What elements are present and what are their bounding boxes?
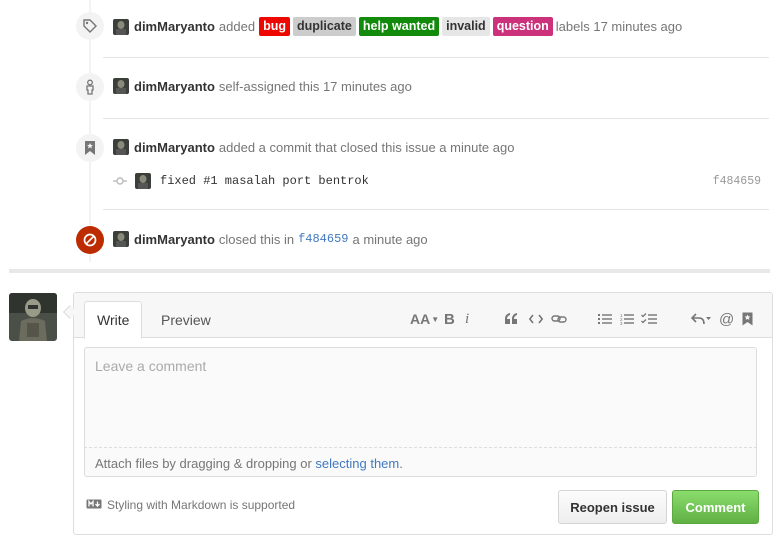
italic-icon[interactable]: i (465, 310, 469, 328)
commit-sha-link[interactable]: f484659 (298, 232, 348, 246)
commit-event: dimMaryanto added a commit that closed t… (113, 139, 518, 155)
ordered-list-icon[interactable]: 123 (620, 310, 634, 328)
svg-text:3: 3 (620, 321, 623, 325)
reopen-issue-button[interactable]: Reopen issue (558, 490, 667, 524)
code-icon[interactable] (529, 310, 543, 328)
mention-icon[interactable]: @ (719, 310, 734, 328)
saved-reply-icon[interactable] (742, 310, 753, 328)
avatar[interactable] (113, 231, 129, 247)
label-bug[interactable]: bug (259, 17, 290, 36)
tab-write[interactable]: Write (84, 301, 143, 339)
assign-event: dimMaryanto self-assigned this 17 minute… (113, 78, 416, 94)
event-time: labels 17 minutes ago (555, 19, 683, 34)
markdown-note[interactable]: Styling with Markdown is supported (86, 498, 295, 512)
tag-icon (76, 12, 104, 40)
comment-textarea[interactable] (84, 347, 757, 447)
commit-row: fixed #1 masalah port bentrok f484659 (113, 172, 761, 190)
event-text: self-assigned this 17 minutes ago (218, 78, 412, 94)
circle-slash-icon (76, 226, 104, 254)
avatar[interactable] (113, 139, 129, 155)
label-invalid[interactable]: invalid (442, 17, 490, 36)
divider (103, 209, 769, 210)
bold-icon[interactable]: B (444, 310, 455, 328)
author-link[interactable]: dimMaryanto (134, 79, 215, 94)
timeline-end-divider (9, 269, 770, 273)
event-action: added (218, 19, 256, 34)
link-icon[interactable] (551, 310, 567, 328)
avatar[interactable] (113, 78, 129, 94)
divider (103, 57, 769, 58)
label-duplicate[interactable]: duplicate (292, 17, 356, 36)
commit-sha[interactable]: f484659 (713, 175, 761, 188)
author-link[interactable]: dimMaryanto (134, 140, 215, 155)
comment-button[interactable]: Comment (672, 490, 759, 524)
closed-event: dimMaryanto closed this in f484659 a min… (113, 231, 428, 247)
person-icon (76, 73, 104, 101)
markdown-icon (86, 498, 107, 512)
divider (103, 118, 769, 119)
event-time: a minute ago (352, 231, 428, 247)
commit-message[interactable]: fixed #1 masalah port bentrok (160, 174, 369, 188)
task-list-icon[interactable] (641, 310, 657, 328)
avatar[interactable] (113, 18, 129, 35)
markdown-note-text: Styling with Markdown is supported (107, 498, 296, 512)
bookmark-icon (76, 134, 104, 162)
quote-icon[interactable] (504, 310, 518, 328)
reply-icon[interactable] (691, 310, 711, 328)
author-link[interactable]: dimMaryanto (134, 232, 215, 247)
unordered-list-icon[interactable] (598, 310, 612, 328)
attach-text: Attach files by dragging & dropping or (95, 456, 316, 471)
avatar[interactable] (135, 173, 151, 189)
tab-preview[interactable]: Preview (149, 301, 223, 339)
git-commit-icon (113, 174, 127, 189)
comment-form: Write Preview AA ▼ B i 123 @ Leave a com… (73, 292, 773, 535)
author-link[interactable]: dimMaryanto (134, 19, 215, 34)
attach-end: . (399, 456, 403, 471)
label-question[interactable]: question (492, 17, 553, 36)
comment-form-header: Write Preview AA ▼ B i 123 @ (74, 293, 772, 339)
avatar[interactable] (9, 293, 57, 341)
label-help-wanted[interactable]: help wanted (358, 17, 440, 36)
text-size-icon[interactable]: AA ▼ (410, 310, 439, 328)
event-text: added a commit that closed this issue a … (218, 139, 515, 155)
file-attach-area[interactable]: Attach files by dragging & dropping or s… (84, 447, 757, 477)
select-files-link[interactable]: selecting them (315, 456, 399, 471)
event-text: closed this in (218, 231, 295, 247)
labels-event: dimMaryanto added bug duplicate help wan… (113, 17, 686, 36)
